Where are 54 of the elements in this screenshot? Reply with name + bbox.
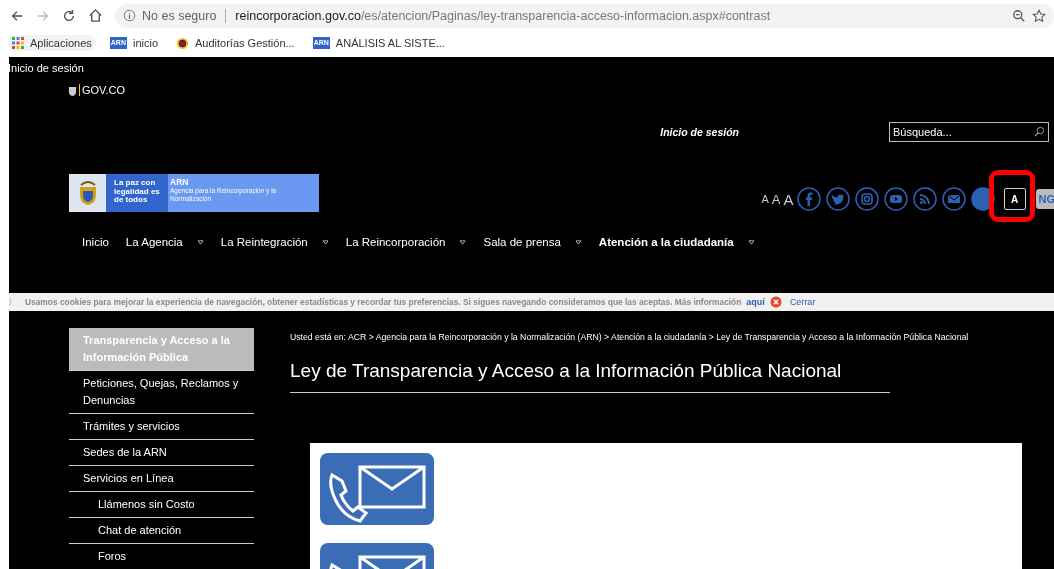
nav-item[interactable]: La Reincorporación bbox=[345, 236, 467, 248]
home-icon[interactable] bbox=[88, 8, 103, 23]
close-icon[interactable] bbox=[769, 296, 782, 308]
youtube-icon[interactable] bbox=[883, 187, 908, 211]
nav-item[interactable]: La Agencia bbox=[125, 236, 204, 248]
nav-item[interactable]: Sala de prensa bbox=[483, 236, 582, 248]
reload-icon[interactable] bbox=[62, 8, 76, 23]
facebook-icon[interactable] bbox=[796, 187, 821, 211]
logo-slogan: La paz con legalidad es de todos bbox=[106, 174, 168, 212]
nav-item[interactable]: Inicio bbox=[82, 236, 109, 248]
sidebar-item[interactable]: Servicios en Línea bbox=[69, 466, 254, 492]
zoom-icon[interactable] bbox=[1012, 8, 1026, 23]
cookie-message: Usamos cookies para mejorar la experiencia de navegación, obtener estadísticas y recordar tus preferencias. Si sigues navegando consideramos que las aceptas. Más información bbox=[25, 297, 742, 307]
search-field[interactable]: Búsqueda... bbox=[889, 122, 1049, 142]
nav-item[interactable]: Atención a la ciudadanía bbox=[598, 236, 755, 248]
close-link[interactable]: Cerrar bbox=[789, 297, 816, 307]
font-size-button[interactable]: A bbox=[771, 191, 781, 207]
mail-icon[interactable] bbox=[941, 187, 966, 211]
nav-item[interactable]: La Reintegración bbox=[220, 236, 329, 248]
sidebar-item[interactable]: Peticiones, Quejas, Reclamos y Denuncias bbox=[69, 371, 254, 414]
sidebar-item[interactable]: Trámites y servicios bbox=[69, 414, 254, 440]
apps-grid-icon bbox=[12, 37, 24, 49]
bookmark[interactable]: Auditorías Gestión... bbox=[172, 34, 299, 52]
bookmark[interactable]: Aplicaciones bbox=[8, 35, 96, 51]
back-icon[interactable] bbox=[10, 8, 24, 23]
breadcrumb: Usted está en: ACR > Agencia para la Reincorporación y la Normalización (ARN) > Atención a la ciudadanía > Ley de Transparencia y Acceso a la Información Pública Nacional bbox=[290, 331, 970, 342]
rss-icon[interactable] bbox=[912, 187, 937, 211]
logo-title: ARN bbox=[170, 177, 190, 187]
contrast-button[interactable]: A bbox=[1003, 188, 1026, 210]
url-text: reincorporacion.gov.co/es/atencion/Paginas/ley-transparencia-acceso-informacion.aspx#contrast bbox=[235, 8, 771, 23]
coat-of-arms-icon bbox=[77, 181, 98, 205]
sidebar-item[interactable]: Chat de atención bbox=[69, 518, 254, 544]
star-icon[interactable] bbox=[1032, 8, 1046, 23]
coat-of-arms-icon bbox=[68, 84, 77, 96]
sidebar-item[interactable]: Llámenos sin Costo bbox=[69, 492, 254, 518]
phone-mail-icon bbox=[320, 453, 434, 525]
sidebar-item[interactable]: Sedes de la ARN bbox=[69, 440, 254, 466]
more-info-link[interactable]: aquí bbox=[746, 297, 765, 307]
security-label: No es seguro bbox=[142, 8, 217, 23]
sidebar-item[interactable]: Foros bbox=[69, 544, 254, 569]
font-size-button[interactable]: A bbox=[761, 193, 769, 205]
font-size-button[interactable]: A bbox=[783, 190, 794, 208]
instagram-icon[interactable] bbox=[854, 187, 879, 211]
login-link[interactable]: Inicio de sesión bbox=[9, 57, 1054, 74]
twitter-icon[interactable] bbox=[825, 187, 850, 211]
info-icon[interactable] bbox=[123, 9, 136, 22]
page-heading: Ley de Transparencia y Acceso a la Información Pública Nacional bbox=[290, 360, 890, 393]
address-bar[interactable]: No es seguro reincorporacion.gov.co/es/atencion/Paginas/ley-transparencia-acceso-informacion.aspx#contrast bbox=[115, 3, 1054, 28]
highlight-frame bbox=[988, 170, 1035, 222]
login-link[interactable]: Inicio de sesión bbox=[660, 126, 739, 138]
search-icon[interactable] bbox=[1034, 126, 1045, 137]
gov-co-label: GOV.CO bbox=[82, 84, 125, 96]
circle-icon[interactable] bbox=[970, 187, 995, 211]
circle-favicon bbox=[176, 36, 189, 50]
